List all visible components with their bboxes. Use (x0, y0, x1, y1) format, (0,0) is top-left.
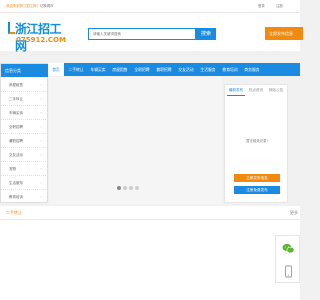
logo-mark-icon (8, 22, 15, 34)
search-box (88, 28, 196, 40)
slider-dot[interactable] (129, 186, 133, 190)
chevron-right-icon: › (40, 152, 42, 157)
panel-register-button[interactable]: 注册免费发布 (234, 186, 280, 194)
category-label: 宠物 (9, 167, 16, 171)
category-item[interactable]: 房屋租售 › (1, 78, 48, 92)
chevron-right-icon: › (40, 82, 42, 87)
secondhand-section: 二手转让 更多 (0, 206, 300, 300)
category-item[interactable]: 车辆买卖 › (1, 106, 48, 120)
logo-domain: 075912.COM (16, 36, 66, 44)
section-divider (0, 219, 300, 220)
empty-message: 暂无相关记录! (246, 139, 268, 143)
chevron-right-icon: › (40, 96, 42, 101)
chevron-right-icon: › (40, 138, 42, 143)
chevron-right-icon: › (40, 180, 42, 185)
register-link[interactable]: 注册 (276, 0, 283, 13)
category-label: 兼职招聘 (9, 139, 23, 143)
category-label: 交友活动 (9, 153, 23, 157)
nav-item-cars[interactable]: 车辆买卖 (88, 63, 108, 76)
nav-item-home[interactable]: 首页 (48, 63, 64, 76)
nav-item-life[interactable]: 生活服务 (198, 63, 218, 76)
category-label: 二手转让 (9, 97, 23, 101)
category-label: 生活服务 (9, 181, 23, 185)
chevron-right-icon: › (40, 110, 42, 115)
post-info-button[interactable]: 立即发布信息 (265, 27, 303, 40)
floating-toolbar (275, 235, 300, 283)
site-logo[interactable]: 浙江招工网 075912.COM (8, 20, 66, 53)
panel-post-button[interactable]: 立即发布信息 (234, 174, 280, 182)
category-label: 全职招聘 (9, 125, 23, 129)
tab-latest[interactable]: 最新发布 (227, 85, 245, 96)
category-item[interactable]: 宠物 › (1, 162, 48, 176)
wechat-icon[interactable] (282, 240, 295, 254)
top-bar: 欢迎来到浙江招工网! 切换城市 登录 注册 (0, 0, 300, 13)
section-more-link[interactable]: 更多 (290, 210, 298, 216)
nav-item-parttime[interactable]: 兼职招聘 (154, 63, 174, 76)
category-item[interactable]: 交友活动 › (1, 148, 48, 162)
slider-dot[interactable] (117, 186, 121, 190)
category-label: 教育培训 (9, 195, 23, 199)
nav-item-social[interactable]: 交友活动 (176, 63, 196, 76)
category-title: 信息分类 (1, 64, 48, 77)
category-item[interactable]: 二手转让 › (1, 92, 48, 106)
category-item[interactable]: 全职招聘 › (1, 120, 48, 134)
chevron-right-icon: › (40, 194, 42, 199)
slider-dot[interactable] (123, 186, 127, 190)
category-label: 房屋租售 (9, 83, 23, 87)
tab-announcements[interactable]: 网站公告 (267, 85, 285, 96)
welcome-text: 欢迎来到浙江招工网! (6, 4, 38, 8)
nav-item-business[interactable]: 商务服务 (242, 63, 262, 76)
nav-item-secondhand[interactable]: 二手转让 (66, 63, 86, 76)
switch-city-link[interactable]: 切换城市 (40, 0, 54, 13)
slider-dot[interactable] (135, 186, 139, 190)
category-label: 车辆买卖 (9, 111, 23, 115)
category-sidebar: 信息分类 房屋租售 › 二手转让 › 车辆买卖 › 全职招聘 › 兼职招聘 › 交友活动 ›… (0, 63, 48, 203)
category-item[interactable]: 生活服务 › (1, 176, 48, 190)
chevron-right-icon: › (40, 166, 42, 171)
site-header: 浙江招工网 075912.COM 搜索 立即发布信息 (0, 13, 303, 53)
chevron-right-icon: › (40, 124, 42, 129)
mobile-icon[interactable] (282, 263, 295, 278)
category-item[interactable]: 教育培训 › (1, 190, 48, 203)
search-input[interactable] (93, 29, 183, 39)
category-item[interactable]: 兼职招聘 › (1, 134, 48, 148)
info-panel: 最新发布 热点资讯 网站公告 暂无相关记录! 立即发布信息 注册免费发布 (224, 84, 288, 203)
search-button[interactable]: 搜索 (196, 28, 216, 40)
banner-slider[interactable] (49, 77, 222, 204)
tab-hot-news[interactable]: 热点资讯 (247, 85, 265, 96)
nav-item-education[interactable]: 教育培训 (220, 63, 240, 76)
nav-item-housing[interactable]: 房屋租售 (110, 63, 130, 76)
nav-item-fulltime[interactable]: 全职招聘 (132, 63, 152, 76)
section-title[interactable]: 二手转让 (6, 210, 22, 216)
login-link[interactable]: 登录 (258, 0, 265, 13)
